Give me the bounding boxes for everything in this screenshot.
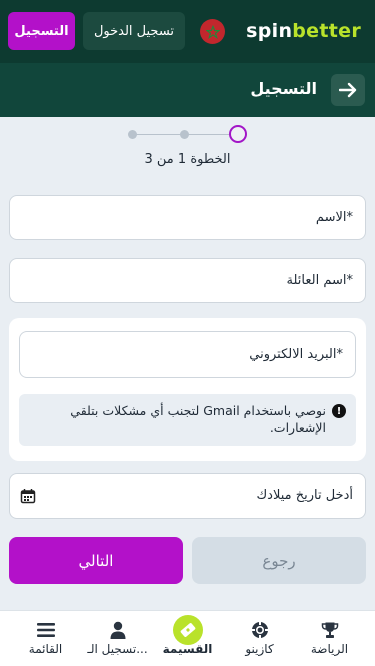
birthdate-placeholder: أدخل تاريخ ميلادك bbox=[256, 488, 353, 503]
gmail-notice: ! نوصي باستخدام Gmail لتجنب أي مشكلات بت… bbox=[19, 394, 356, 446]
nav-item-coupon[interactable]: القسيمة bbox=[150, 611, 225, 666]
top-header: التسجيل تسجيل الدخول spinbetter bbox=[0, 0, 375, 63]
next-button[interactable]: التالي bbox=[9, 537, 183, 584]
title-bar: التسجيل bbox=[0, 63, 375, 117]
gmail-notice-text: نوصي باستخدام Gmail لتجنب أي مشكلات بتلق… bbox=[70, 403, 326, 435]
birthdate-field[interactable]: أدخل تاريخ ميلادك bbox=[9, 473, 366, 519]
calendar-icon[interactable] bbox=[20, 488, 36, 504]
page-title: التسجيل bbox=[250, 79, 317, 98]
user-icon bbox=[108, 620, 128, 640]
nav-item-sports[interactable]: الرياضة bbox=[292, 611, 367, 666]
menu-icon bbox=[36, 620, 56, 640]
trophy-icon bbox=[320, 620, 340, 640]
casino-chip-icon bbox=[250, 620, 270, 640]
last-name-placeholder: اسم العائلة* bbox=[286, 273, 354, 288]
step-dot-3 bbox=[128, 130, 137, 139]
step-dot-2 bbox=[180, 130, 189, 139]
first-name-placeholder: الاسم* bbox=[315, 210, 353, 225]
arrow-right-icon bbox=[339, 82, 357, 98]
spinbetter-logo[interactable]: spinbetter bbox=[246, 20, 361, 42]
star-icon bbox=[205, 24, 220, 39]
logo-spin: spin bbox=[246, 20, 293, 42]
step-indicator-text: الخطوة 1 من 3 bbox=[144, 152, 231, 167]
nav-item-casino[interactable]: كازينو bbox=[222, 611, 297, 666]
exclamation-icon: ! bbox=[332, 404, 346, 418]
step-dot-1-active bbox=[229, 125, 247, 143]
register-button[interactable]: التسجيل bbox=[8, 12, 75, 50]
last-name-field[interactable]: اسم العائلة* bbox=[9, 258, 366, 303]
nav-label-coupon: القسيمة bbox=[162, 642, 213, 656]
nav-label-sports: الرياضة bbox=[310, 642, 349, 656]
logo-better: better bbox=[292, 20, 361, 42]
back-button[interactable]: رجوع bbox=[192, 537, 366, 584]
email-field[interactable]: البريد الالكتروني* bbox=[19, 331, 356, 378]
bottom-navigation: القائمة تسجيل الـ... القسيمة كازينو الري… bbox=[0, 610, 375, 666]
nav-label-register: تسجيل الـ... bbox=[87, 642, 148, 656]
stepper bbox=[120, 124, 250, 146]
nav-item-menu[interactable]: القائمة bbox=[8, 611, 83, 666]
first-name-field[interactable]: الاسم* bbox=[9, 195, 366, 240]
nav-label-casino: كازينو bbox=[245, 642, 274, 656]
nav-label-menu: القائمة bbox=[28, 642, 63, 656]
email-placeholder: البريد الالكتروني* bbox=[249, 347, 343, 362]
morocco-flag-icon[interactable] bbox=[200, 19, 225, 44]
back-arrow-button[interactable] bbox=[331, 74, 365, 106]
coupon-icon bbox=[173, 615, 203, 645]
nav-item-register[interactable]: تسجيل الـ... bbox=[80, 611, 155, 666]
login-button[interactable]: تسجيل الدخول bbox=[83, 12, 185, 50]
